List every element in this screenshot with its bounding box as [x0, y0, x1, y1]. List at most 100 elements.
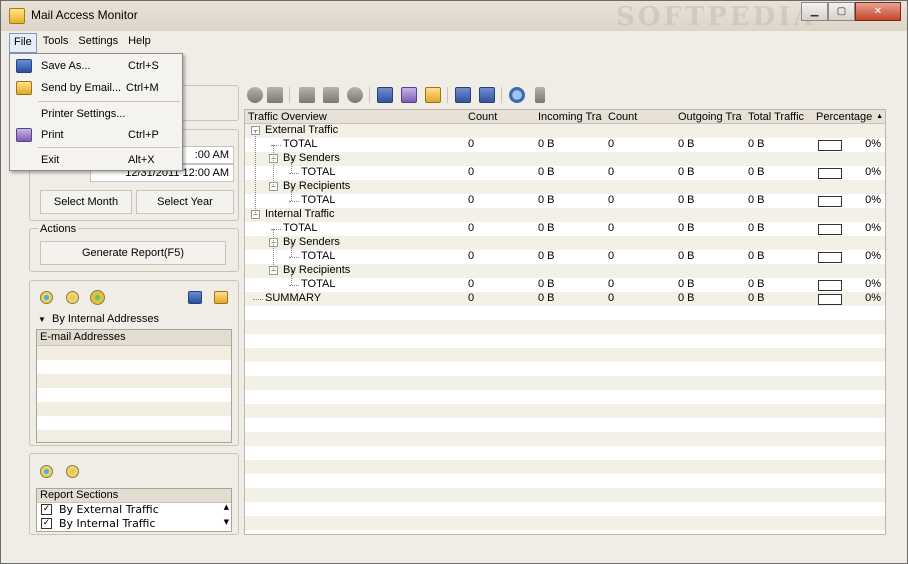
- tree-line: [255, 131, 256, 215]
- select-month-button[interactable]: Select Month: [40, 190, 132, 214]
- print-icon: [16, 128, 32, 142]
- report-sections-list[interactable]: Report Sections ✓ By External Traffic ✓ …: [36, 488, 232, 532]
- filter-dropdown-label: By Internal Addresses: [51, 313, 159, 325]
- empty-row: [245, 348, 885, 362]
- table-row[interactable]: − External Traffic: [245, 124, 885, 138]
- percentage-value: 0%: [865, 278, 881, 290]
- table-row[interactable]: TOTAL 0 0 B 0 0 B 0 B 0%: [245, 278, 885, 292]
- filter-dropdown[interactable]: ▼ By Internal Addresses: [38, 313, 159, 325]
- from-date-field[interactable]: :00 AM: [182, 146, 234, 164]
- checkbox[interactable]: ✓: [41, 518, 52, 529]
- cell-value: 0: [608, 222, 615, 234]
- empty-row: [245, 516, 885, 530]
- scroll-down-icon[interactable]: ▼: [224, 518, 229, 526]
- col-outgoing-traffic[interactable]: Outgoing Traf: [678, 111, 742, 123]
- save-list-icon[interactable]: [188, 291, 202, 304]
- table-row[interactable]: TOTAL 0 0 B 0 0 B 0 B 0%: [245, 222, 885, 236]
- print-report-icon[interactable]: [401, 87, 417, 103]
- maximize-button[interactable]: ▢: [828, 2, 855, 21]
- table-row[interactable]: − By Recipients: [245, 264, 885, 278]
- expand-collapse-icon[interactable]: [535, 87, 545, 103]
- menu-help[interactable]: Help: [124, 33, 155, 53]
- sort-ascending-icon[interactable]: ▲: [876, 113, 883, 120]
- menu-item-exit[interactable]: Exit Alt+X: [10, 151, 182, 171]
- col-traffic-overview[interactable]: Traffic Overview: [248, 111, 462, 123]
- menu-file[interactable]: File: [9, 33, 37, 53]
- table-row[interactable]: TOTAL 0 0 B 0 0 B 0 B 0%: [245, 250, 885, 264]
- cell-value: 0 B: [538, 138, 555, 150]
- watermark: SOFTPEDIA: [616, 2, 817, 32]
- menu-settings[interactable]: Settings: [74, 33, 122, 53]
- cell-value: 0 B: [678, 194, 695, 206]
- empty-row: [245, 530, 885, 534]
- empty-row: [245, 432, 885, 446]
- zoom-icon[interactable]: [509, 87, 525, 103]
- table-row[interactable]: − By Senders: [245, 152, 885, 166]
- cell-value: 0 B: [678, 166, 695, 178]
- table-row[interactable]: − Internal Traffic: [245, 208, 885, 222]
- close-icon: ✕: [873, 6, 883, 17]
- window-title: Mail Access Monitor: [31, 8, 138, 22]
- table-row[interactable]: SUMMARY 0 0 B 0 0 B 0 B 0%: [245, 292, 885, 306]
- row-label: TOTAL: [301, 194, 336, 206]
- main-window: Mail Access Monitor SOFTPEDIA ▁ ▢ ✕ File…: [0, 0, 908, 564]
- table-row[interactable]: TOTAL 0 0 B 0 0 B 0 B 0%: [245, 138, 885, 152]
- list-header: E-mail Addresses: [37, 330, 231, 346]
- col-count-2[interactable]: Count: [608, 111, 672, 123]
- col-count[interactable]: Count: [468, 111, 532, 123]
- table-row[interactable]: − By Senders: [245, 236, 885, 250]
- prev-page-icon[interactable]: [323, 87, 339, 103]
- save-report-icon[interactable]: [377, 87, 393, 103]
- select-all-icon[interactable]: [40, 291, 53, 304]
- first-page-icon[interactable]: [299, 87, 315, 103]
- menu-separator: [38, 147, 180, 148]
- section-item-external[interactable]: ✓ By External Traffic: [37, 503, 231, 517]
- generate-report-button[interactable]: Generate Report(F5): [40, 241, 226, 265]
- open-folder-icon[interactable]: [214, 291, 228, 304]
- email-report-icon[interactable]: [425, 87, 441, 103]
- cell-value: 0 B: [678, 138, 695, 150]
- cell-value: 0 B: [678, 278, 695, 290]
- email-address-list[interactable]: E-mail Addresses: [36, 329, 232, 443]
- cell-value: 0 B: [748, 250, 765, 262]
- percentage-value: 0%: [865, 166, 881, 178]
- cell-value: 0 B: [538, 278, 555, 290]
- back-icon[interactable]: [247, 87, 263, 103]
- checkbox[interactable]: ✓: [41, 504, 52, 515]
- refresh-icon[interactable]: [347, 87, 363, 103]
- col-incoming-traffic[interactable]: Incoming Traf: [538, 111, 602, 123]
- close-button[interactable]: ✕: [855, 2, 901, 21]
- percentage-bar: [818, 140, 842, 151]
- stop-icon[interactable]: [267, 87, 283, 103]
- tree-view-icon[interactable]: [479, 87, 495, 103]
- export-icon[interactable]: [455, 87, 471, 103]
- minimize-button[interactable]: ▁: [801, 2, 828, 21]
- menu-item-label: Send by Email...: [41, 82, 122, 94]
- cell-value: 0 B: [678, 222, 695, 234]
- cell-value: 0 B: [748, 222, 765, 234]
- table-row[interactable]: TOTAL 0 0 B 0 0 B 0 B 0%: [245, 166, 885, 180]
- traffic-grid: − External Traffic TOTAL 0 0 B00 B0 B 0% − By S…: [244, 109, 886, 535]
- select-year-button[interactable]: Select Year: [136, 190, 234, 214]
- table-row[interactable]: TOTAL 0 0 B 0 0 B 0 B 0%: [245, 194, 885, 208]
- group-icon[interactable]: [90, 290, 105, 305]
- cell-value: 0: [468, 166, 475, 178]
- menu-item-send-by-email[interactable]: Send by Email... Ctrl+M: [10, 79, 182, 99]
- section-item-internal[interactable]: ✓ By Internal Traffic: [37, 517, 231, 531]
- menu-tools[interactable]: Tools: [39, 33, 73, 53]
- uncheck-all-icon[interactable]: [66, 465, 79, 478]
- percentage-value: 0%: [865, 292, 881, 304]
- scroll-up-icon[interactable]: ▲: [224, 503, 229, 511]
- tree-line: [291, 271, 292, 285]
- table-row[interactable]: − By Recipients: [245, 180, 885, 194]
- empty-row: [245, 334, 885, 348]
- empty-row: [245, 404, 885, 418]
- check-all-icon[interactable]: [40, 465, 53, 478]
- cell-value: 0: [608, 278, 615, 290]
- col-total-traffic[interactable]: Total Traffic: [748, 111, 812, 123]
- menu-item-print[interactable]: Print Ctrl+P: [10, 126, 182, 146]
- menu-item-printer-settings[interactable]: Printer Settings...: [10, 105, 182, 125]
- cell-value: 0: [468, 292, 475, 304]
- deselect-all-icon[interactable]: [66, 291, 79, 304]
- menu-item-save-as[interactable]: Save As... Ctrl+S: [10, 57, 182, 77]
